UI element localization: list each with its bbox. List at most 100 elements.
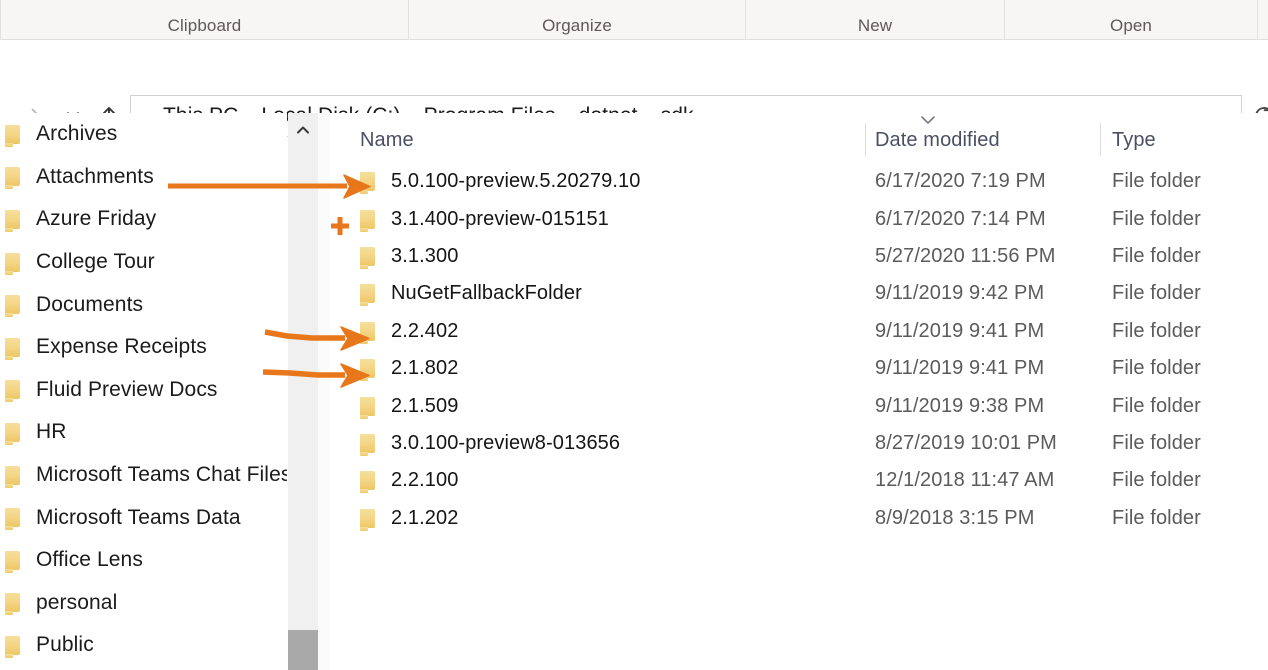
sidebar-item-label: Microsoft Teams Chat Files xyxy=(36,463,287,487)
sidebar-item-attachments[interactable]: Attachments xyxy=(0,156,287,199)
column-header-type[interactable]: Type xyxy=(1112,129,1156,152)
folder-icon xyxy=(360,247,375,266)
folder-icon xyxy=(360,322,375,341)
table-row[interactable]: NuGetFallbackFolder 9/11/2019 9:42 PM File… xyxy=(330,275,1268,312)
folder-icon xyxy=(5,423,20,442)
folder-icon xyxy=(5,551,20,570)
cell-type: File folder xyxy=(1112,313,1201,350)
table-row[interactable]: 5.0.100-preview.5.20279.106/17/2020 7:19… xyxy=(330,163,1268,200)
file-name-label: 3.0.100-preview8-013656 xyxy=(391,432,620,455)
sidebar-item-label: College Tour xyxy=(36,250,155,274)
ribbon-group-new[interactable]: New xyxy=(746,0,1005,39)
column-header-date[interactable]: Date modified xyxy=(875,129,1000,152)
sidebar-item-label: Documents xyxy=(36,293,143,317)
cell-type: File folder xyxy=(1112,462,1201,499)
sidebar-item-documents[interactable]: Documents xyxy=(0,283,287,326)
sidebar-item-label: Attachments xyxy=(36,165,154,189)
ribbon-group-organize[interactable]: Organize xyxy=(409,0,746,39)
sidebar-item-label: Azure Friday xyxy=(36,207,156,231)
scrollbar-thumb[interactable] xyxy=(288,630,318,670)
column-divider[interactable] xyxy=(1100,123,1101,156)
ribbon-group-label: Open xyxy=(1005,16,1257,36)
ribbon-group-open[interactable]: Open xyxy=(1005,0,1258,39)
navigation-pane-scrollbar[interactable] xyxy=(288,113,318,670)
file-name-label: 2.2.100 xyxy=(391,469,458,492)
sidebar-item-fluid-preview-docs[interactable]: Fluid Preview Docs xyxy=(0,369,287,412)
cell-date-modified: 9/11/2019 9:41 PM xyxy=(875,313,1044,350)
folder-icon xyxy=(5,167,20,186)
sidebar-item-hr[interactable]: HR xyxy=(0,411,287,454)
cell-date-modified: 8/9/2018 3:15 PM xyxy=(875,500,1035,537)
folder-icon xyxy=(5,125,20,144)
sidebar-item-label: Office Lens xyxy=(36,548,143,572)
cell-date-modified: 9/11/2019 9:42 PM xyxy=(875,275,1044,312)
cell-type: File folder xyxy=(1112,238,1201,275)
sidebar-item-archives[interactable]: Archives xyxy=(0,113,287,156)
ribbon-strip: ClipboardOrganizeNewOpen xyxy=(0,0,1268,40)
table-row[interactable]: 2.2.100 12/1/2018 11:47 AM File folder xyxy=(330,462,1268,499)
sidebar-item-microsoft-teams-chat-files[interactable]: Microsoft Teams Chat Files xyxy=(0,454,287,497)
cell-type: File folder xyxy=(1112,163,1201,200)
sidebar-item-label: Fluid Preview Docs xyxy=(36,378,218,402)
cell-name[interactable]: 3.1.300 xyxy=(360,238,458,275)
chevron-up-icon xyxy=(293,120,313,140)
navigation-pane[interactable]: Archives Attachments Azure Friday College T… xyxy=(0,113,287,670)
cell-type: File folder xyxy=(1112,500,1201,537)
scrollbar-track[interactable] xyxy=(288,113,318,670)
table-row[interactable]: 2.1.202 8/9/2018 3:15 PM File folder xyxy=(330,500,1268,537)
sidebar-item-label: Microsoft Teams Data xyxy=(36,506,241,530)
folder-icon xyxy=(5,380,20,399)
table-row[interactable]: 3.1.400-preview-0151516/17/2020 7:14 PMF… xyxy=(330,200,1268,237)
sidebar-item-label: Public xyxy=(36,633,94,657)
column-header-row[interactable]: Name Date modified Type xyxy=(330,113,1268,163)
cell-name[interactable]: 2.1.202 xyxy=(360,500,458,537)
file-name-label: 3.1.300 xyxy=(391,245,458,268)
column-header-name[interactable]: Name xyxy=(360,129,414,152)
table-row[interactable]: 2.1.5099/11/2019 9:38 PMFile folder xyxy=(330,387,1268,424)
sidebar-item-label: personal xyxy=(36,591,117,615)
cell-date-modified: 8/27/2019 10:01 PM xyxy=(875,425,1057,462)
folder-icon xyxy=(360,397,375,416)
cell-name[interactable]: 2.1.802 xyxy=(360,350,458,387)
cell-name[interactable]: 2.1.509 xyxy=(360,387,458,424)
folder-icon xyxy=(5,593,20,612)
ribbon-group-clipboard[interactable]: Clipboard xyxy=(0,0,409,39)
file-name-label: 2.1.202 xyxy=(391,507,458,530)
cell-type: File folder xyxy=(1112,387,1201,424)
sidebar-item-public[interactable]: Public xyxy=(0,624,287,667)
cell-name[interactable]: 5.0.100-preview.5.20279.10 xyxy=(360,163,640,200)
cell-name[interactable]: NuGetFallbackFolder xyxy=(360,275,582,312)
sidebar-item-label: Expense Receipts xyxy=(36,335,207,359)
file-explorer-window: ClipboardOrganizeNewOpen ›This PC›Local … xyxy=(0,0,1268,670)
table-row[interactable]: 2.1.8029/11/2019 9:41 PMFile folder xyxy=(330,350,1268,387)
column-divider[interactable] xyxy=(865,123,866,156)
sidebar-item-college-tour[interactable]: College Tour xyxy=(0,241,287,284)
file-name-label: 2.1.802 xyxy=(391,357,458,380)
sidebar-item-expense-receipts[interactable]: Expense Receipts xyxy=(0,326,287,369)
cell-type: File folder xyxy=(1112,350,1201,387)
sort-chevron-down-icon xyxy=(917,113,939,127)
scroll-up-button[interactable] xyxy=(288,113,318,147)
ribbon-group-label: New xyxy=(746,16,1004,36)
sidebar-item-azure-friday[interactable]: Azure Friday xyxy=(0,198,287,241)
cell-type: File folder xyxy=(1112,275,1201,312)
file-name-label: 2.1.509 xyxy=(391,395,458,418)
sidebar-item-office-lens[interactable]: Office Lens xyxy=(0,539,287,582)
cell-date-modified: 12/1/2018 11:47 AM xyxy=(875,462,1054,499)
sidebar-item-personal[interactable]: personal xyxy=(0,582,287,625)
table-row[interactable]: 3.0.100-preview8-013656 8/27/2019 10:01 P… xyxy=(330,425,1268,462)
cell-name[interactable]: 2.2.100 xyxy=(360,462,458,499)
file-name-label: NuGetFallbackFolder xyxy=(391,282,582,305)
cell-date-modified: 6/17/2020 7:14 PM xyxy=(875,200,1046,237)
sidebar-item-microsoft-teams-data[interactable]: Microsoft Teams Data xyxy=(0,496,287,539)
table-row[interactable]: 3.1.3005/27/2020 11:56 PMFile folder xyxy=(330,238,1268,275)
table-row[interactable]: 2.2.402 9/11/2019 9:41 PM File folder xyxy=(330,313,1268,350)
folder-icon xyxy=(360,509,375,528)
cell-name[interactable]: 3.0.100-preview8-013656 xyxy=(360,425,620,462)
folder-icon xyxy=(5,210,20,229)
folder-icon xyxy=(360,284,375,303)
cell-name[interactable]: 3.1.400-preview-015151 xyxy=(360,200,609,237)
ribbon-group-label: Clipboard xyxy=(1,16,408,36)
file-list-pane[interactable]: Name Date modified Type 5.0.100-preview.5.… xyxy=(330,113,1268,670)
cell-name[interactable]: 2.2.402 xyxy=(360,313,458,350)
